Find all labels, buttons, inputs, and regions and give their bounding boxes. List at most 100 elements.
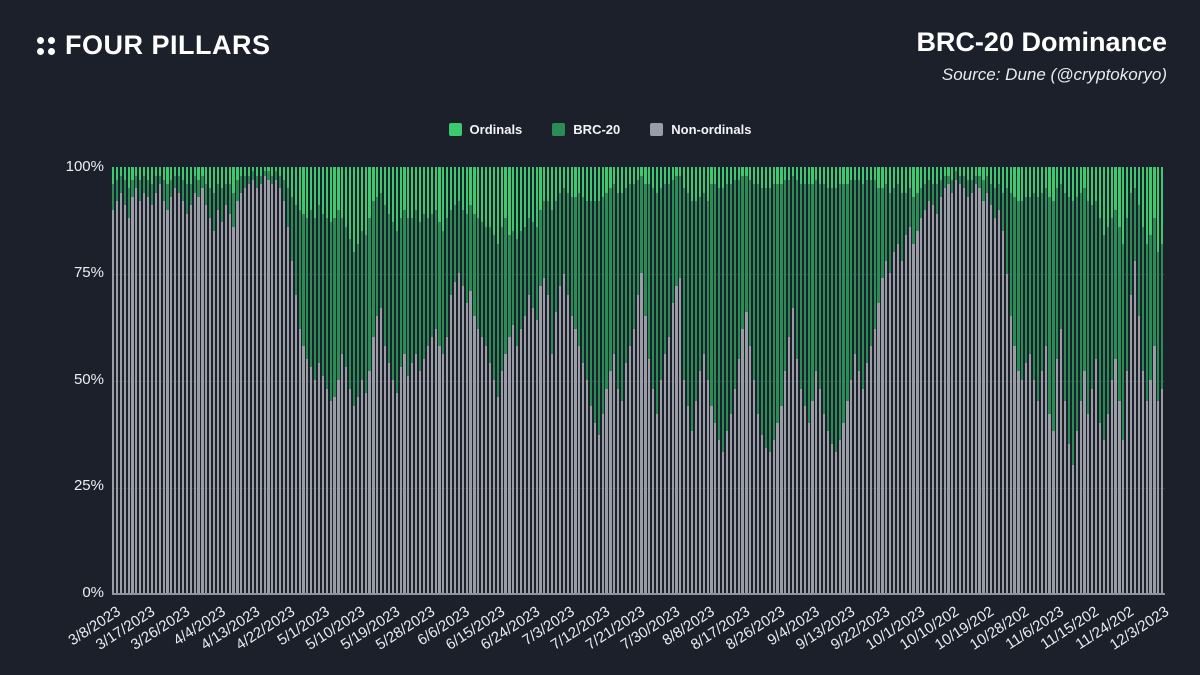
stacked-bar bbox=[213, 167, 215, 593]
stacked-bar bbox=[796, 167, 798, 593]
stacked-bar bbox=[411, 167, 413, 593]
stacked-bar bbox=[749, 167, 751, 593]
stacked-bar bbox=[815, 167, 817, 593]
stacked-bar bbox=[605, 167, 607, 593]
y-tick-label: 75% bbox=[0, 264, 104, 282]
stacked-bar bbox=[462, 167, 464, 593]
stacked-bar bbox=[543, 167, 545, 593]
stacked-bar bbox=[279, 167, 281, 593]
stacked-bar bbox=[1157, 167, 1159, 593]
stacked-bar bbox=[516, 167, 518, 593]
stacked-bar bbox=[862, 167, 864, 593]
stacked-bar bbox=[613, 167, 615, 593]
legend-swatch bbox=[552, 123, 565, 136]
stacked-bar bbox=[431, 167, 433, 593]
plot-area bbox=[112, 167, 1165, 595]
stacked-bar bbox=[240, 167, 242, 593]
stacked-bar bbox=[322, 167, 324, 593]
stacked-bar bbox=[668, 167, 670, 593]
stacked-bar bbox=[1068, 167, 1070, 593]
stacked-bar bbox=[1153, 167, 1155, 593]
stacked-bar bbox=[1029, 167, 1031, 593]
stacked-bar bbox=[870, 167, 872, 593]
stacked-bar bbox=[283, 167, 285, 593]
stacked-bar bbox=[357, 167, 359, 593]
stacked-bar bbox=[912, 167, 914, 593]
stacked-bar bbox=[1146, 167, 1148, 593]
stacked-bar bbox=[714, 167, 716, 593]
stacked-bar bbox=[481, 167, 483, 593]
stacked-bar bbox=[1002, 167, 1004, 593]
stacked-bar bbox=[800, 167, 802, 593]
stacked-bar bbox=[598, 167, 600, 593]
stacked-bar bbox=[555, 167, 557, 593]
stacked-bar bbox=[776, 167, 778, 593]
stacked-bar bbox=[652, 167, 654, 593]
stacked-bar bbox=[131, 167, 133, 593]
stacked-bar bbox=[166, 167, 168, 593]
stacked-bar bbox=[594, 167, 596, 593]
legend-item-ordinals: Ordinals bbox=[449, 122, 523, 137]
stacked-bar bbox=[1006, 167, 1008, 593]
stacked-bar bbox=[1072, 167, 1074, 593]
stacked-bar bbox=[489, 167, 491, 593]
stacked-bar bbox=[372, 167, 374, 593]
stacked-bar bbox=[306, 167, 308, 593]
stacked-bar bbox=[353, 167, 355, 593]
stacked-bar bbox=[446, 167, 448, 593]
stacked-bar bbox=[1118, 167, 1120, 593]
stacked-bar bbox=[163, 167, 165, 593]
stacked-bar bbox=[909, 167, 911, 593]
stacked-bar bbox=[1126, 167, 1128, 593]
stacked-bar bbox=[924, 167, 926, 593]
stacked-bar bbox=[866, 167, 868, 593]
stacked-bar bbox=[788, 167, 790, 593]
stacked-bar bbox=[209, 167, 211, 593]
legend-label: Non-ordinals bbox=[671, 122, 751, 137]
stacked-bar bbox=[858, 167, 860, 593]
stacked-bar bbox=[582, 167, 584, 593]
stacked-bar bbox=[874, 167, 876, 593]
stacked-bar bbox=[1114, 167, 1116, 593]
stacked-bar bbox=[182, 167, 184, 593]
stacked-bar bbox=[469, 167, 471, 593]
stacked-bar bbox=[1103, 167, 1105, 593]
y-axis: 100% 75% 50% 25% 0% bbox=[0, 0, 104, 675]
stacked-bar bbox=[217, 167, 219, 593]
stacked-bar bbox=[1052, 167, 1054, 593]
stacked-bar bbox=[337, 167, 339, 593]
stacked-bar bbox=[252, 167, 254, 593]
stacked-bar bbox=[854, 167, 856, 593]
stacked-bar bbox=[648, 167, 650, 593]
stacked-bar bbox=[248, 167, 250, 593]
stacked-bar bbox=[454, 167, 456, 593]
stacked-bar bbox=[1095, 167, 1097, 593]
stacked-bar bbox=[936, 167, 938, 593]
stacked-bar bbox=[640, 167, 642, 593]
stacked-bar bbox=[757, 167, 759, 593]
stacked-bar bbox=[310, 167, 312, 593]
stacked-bar bbox=[571, 167, 573, 593]
stacked-bar bbox=[190, 167, 192, 593]
stacked-bar bbox=[442, 167, 444, 593]
stacked-bar bbox=[368, 167, 370, 593]
stacked-bar bbox=[547, 167, 549, 593]
stacked-bar bbox=[135, 167, 137, 593]
stacked-bar bbox=[512, 167, 514, 593]
chart-title: BRC-20 Dominance bbox=[916, 28, 1167, 58]
stacked-bar bbox=[971, 167, 973, 593]
stacked-bar bbox=[730, 167, 732, 593]
stacked-bar bbox=[928, 167, 930, 593]
stacked-bar bbox=[745, 167, 747, 593]
stacked-bar bbox=[831, 167, 833, 593]
stacked-bar bbox=[197, 167, 199, 593]
stacked-bar bbox=[617, 167, 619, 593]
stacked-bar bbox=[415, 167, 417, 593]
stacked-bar bbox=[302, 167, 304, 593]
stacked-bar bbox=[1076, 167, 1078, 593]
stacked-bar bbox=[738, 167, 740, 593]
stacked-bar bbox=[765, 167, 767, 593]
stacked-bar bbox=[1048, 167, 1050, 593]
stacked-bar bbox=[644, 167, 646, 593]
stacked-bar bbox=[885, 167, 887, 593]
